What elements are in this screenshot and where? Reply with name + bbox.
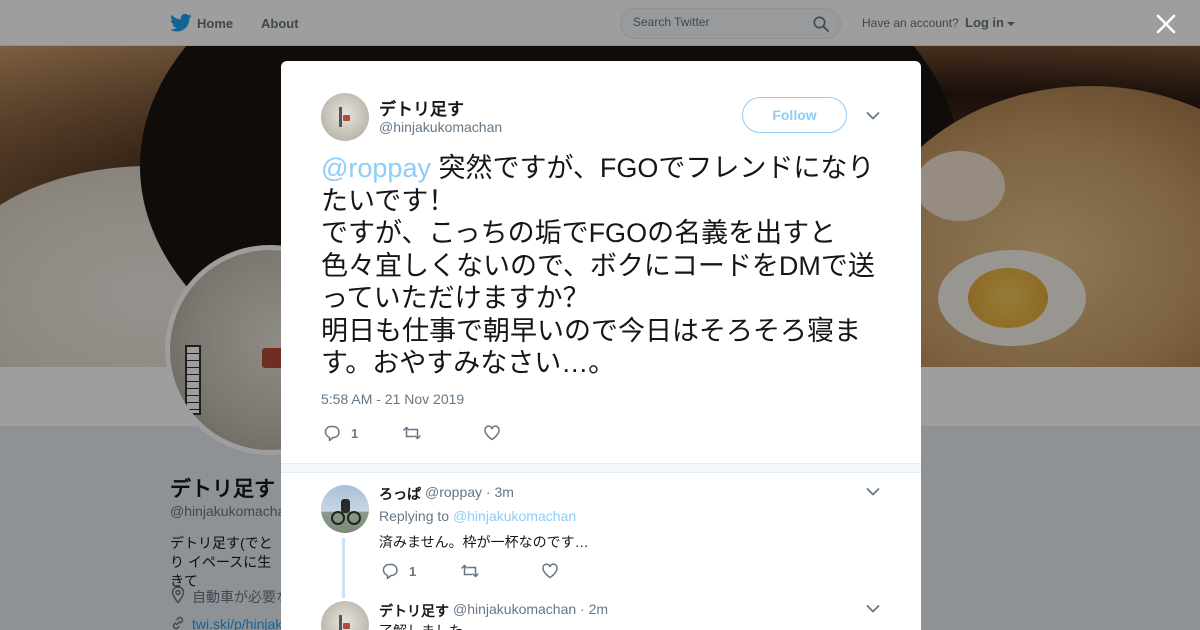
avatar-cyclist [341,499,350,513]
tweet-body: 突然ですが、FGOでフレンドになりたいです！ ですが、こっちの垢でFGOの名義を… [321,153,875,378]
reply-text: 済みません。枠が一杯なのです… [379,534,589,550]
reply-author-name[interactable]: デトリ足す [379,601,449,621]
replying-to: Replying to @hinjakukomachan [379,508,576,524]
replying-to-prefix: Replying to [379,508,450,524]
reply-icon[interactable] [323,424,341,442]
heart-icon[interactable] [541,562,559,580]
tweet-author-avatar[interactable] [321,93,369,141]
tweet-author-name[interactable]: デトリ足す [379,95,464,120]
tweet-text: @roppay 突然ですが、FGOでフレンドになりたいです！ ですが、こっちの垢… [321,152,886,380]
reply-icon[interactable] [381,562,399,580]
retweet-action[interactable] [403,424,421,442]
conversation-divider [281,463,921,473]
reply-author-avatar[interactable] [321,601,369,630]
retweet-action[interactable] [461,562,479,580]
replying-to-link[interactable]: @hinjakukomachan [453,508,576,524]
reply-count: 1 [409,563,417,579]
reply-author-handle[interactable]: @hinjakukomachan · 2m [453,601,608,617]
reply-author-handle[interactable]: @roppay · 3m [425,484,514,500]
avatar-figure [343,623,350,629]
reply-text: 了解しました [379,621,463,630]
avatar-stick [339,615,342,630]
retweet-icon[interactable] [403,424,421,442]
tweet-modal: デトリ足す @hinjakukomachan Follow @roppay 突然… [281,61,921,630]
reply-author-name[interactable]: ろっぱ [379,484,421,504]
tweet-timestamp[interactable]: 5:58 AM - 21 Nov 2019 [321,391,464,407]
reply-action[interactable]: 1 [323,424,358,442]
tweet-mention[interactable]: @roppay [321,153,431,183]
chevron-down-icon[interactable] [866,487,880,497]
follow-button[interactable]: Follow [742,97,847,133]
like-action[interactable] [483,424,501,442]
thread-line [342,538,345,598]
retweet-icon[interactable] [461,562,479,580]
close-icon[interactable] [1155,13,1177,35]
like-action[interactable] [541,562,559,580]
avatar-wheel-front [347,511,361,525]
reply-count: 1 [351,425,359,441]
avatar-wheel-back [331,511,345,525]
reply-author-avatar[interactable] [321,485,369,533]
reply-action[interactable]: 1 [381,562,416,580]
tweet-author-handle[interactable]: @hinjakukomachan [379,119,502,135]
chevron-down-icon[interactable] [866,604,880,614]
heart-icon[interactable] [483,424,501,442]
chevron-down-icon[interactable] [866,111,880,121]
avatar-stick [339,107,342,127]
avatar-figure [343,115,350,121]
